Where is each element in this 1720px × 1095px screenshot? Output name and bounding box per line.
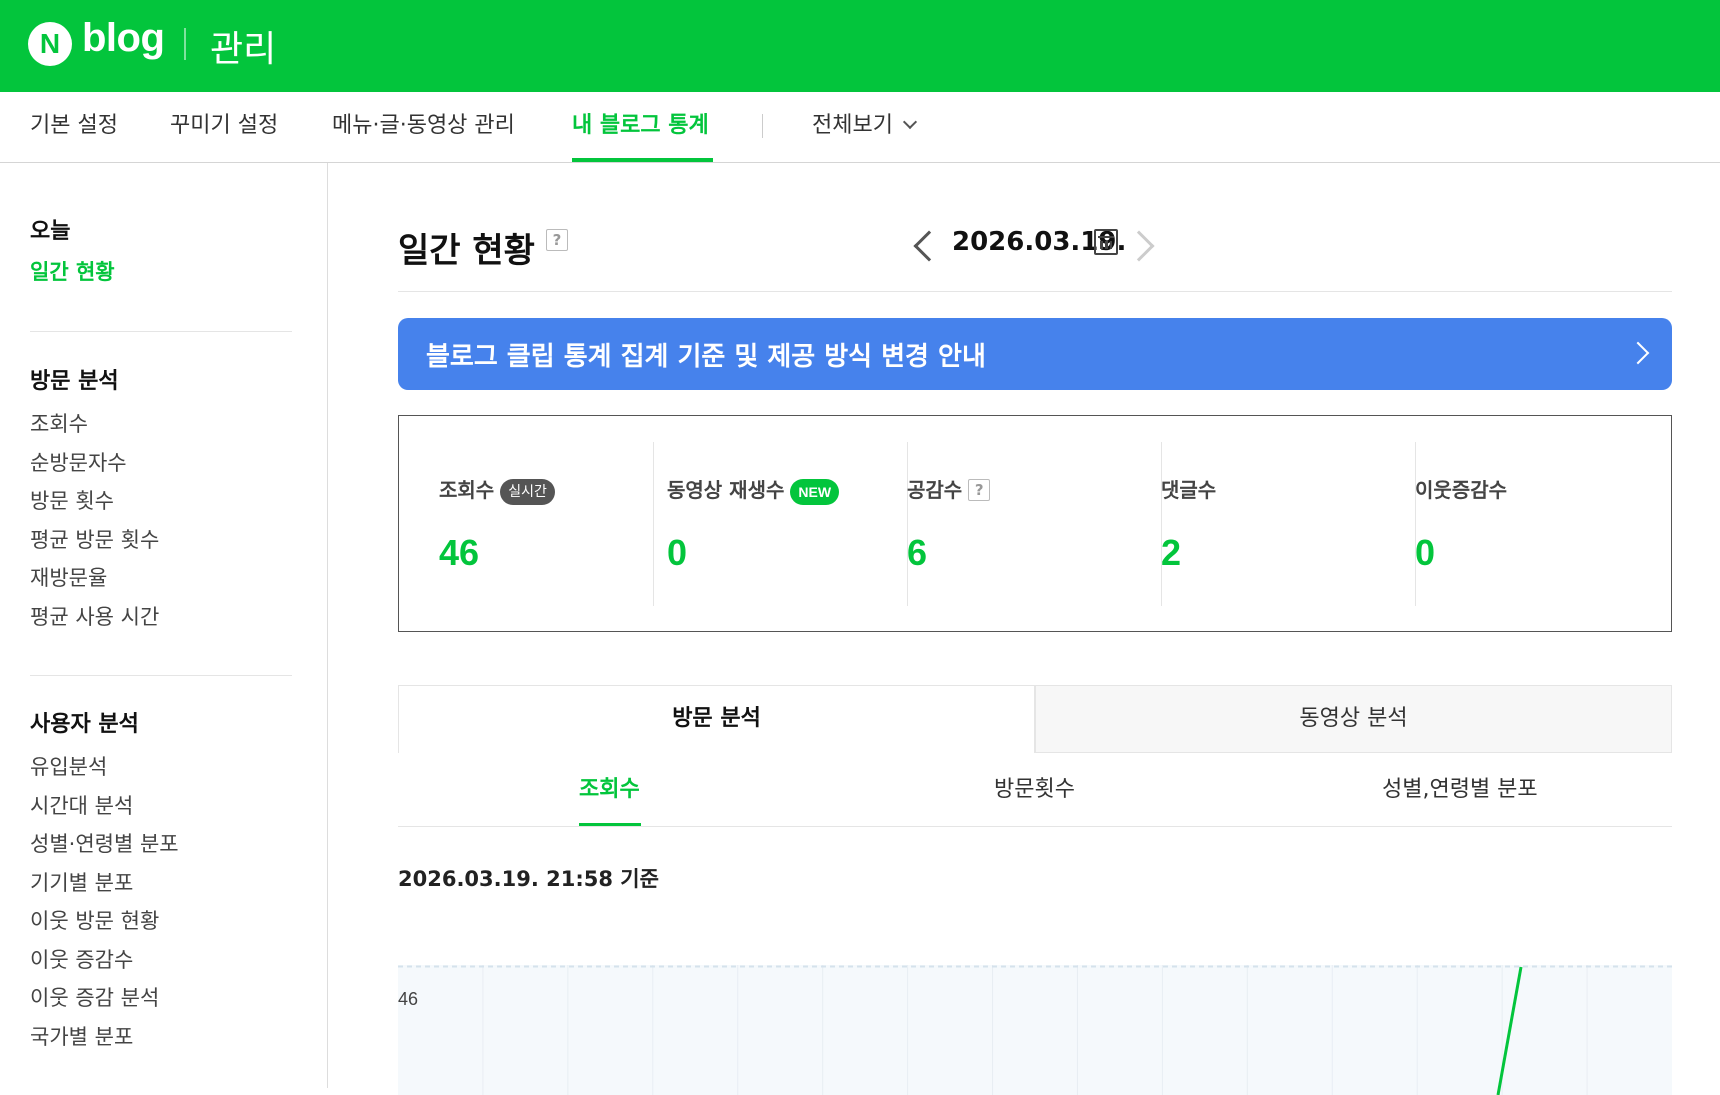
subtab-views[interactable]: 조회수	[579, 771, 640, 803]
sidebar-item-neighbor-analysis[interactable]: 이웃 증감 분석	[30, 979, 179, 1018]
sidebar-item-neighbor-visits[interactable]: 이웃 방문 현황	[30, 902, 179, 941]
sidebar-group-visit: 방문 분석 조회수 순방문자수 방문 횟수 평균 방문 횟수 재방문율 평균 사…	[30, 363, 159, 636]
sidebar-item-daily-status[interactable]: 일간 현황	[30, 253, 115, 292]
metric-subtabs: 조회수 방문횟수 성별,연령별 분포	[398, 753, 1672, 827]
help-icon[interactable]: ?	[546, 229, 568, 251]
naver-logo-icon[interactable]: N	[28, 22, 72, 66]
stat-likes[interactable]: 공감수? 6	[907, 442, 1161, 606]
sidebar-item-time-analysis[interactable]: 시간대 분석	[30, 787, 179, 826]
top-bar: N blog 관리	[0, 0, 1720, 92]
banner-text: 블로그 클립 통계 집계 기준 및 제공 방식 변경 안내	[426, 342, 986, 372]
subtab-gender-age[interactable]: 성별,연령별 분포	[1382, 771, 1538, 803]
sidebar-heading-user: 사용자 분석	[30, 712, 139, 737]
subtab-active-indicator	[579, 823, 641, 826]
blog-logo[interactable]: blog	[82, 16, 165, 61]
stat-value: 2	[1161, 532, 1182, 573]
tab-video-analysis[interactable]: 동영상 분석	[1035, 685, 1672, 753]
stat-label: 동영상 재생수	[667, 478, 785, 502]
stat-comments[interactable]: 댓글수 2	[1161, 442, 1415, 606]
admin-title[interactable]: 관리	[210, 20, 276, 72]
nav-design-settings[interactable]: 꾸미기 설정	[170, 92, 278, 163]
views-chart-svg	[398, 965, 1672, 1095]
calendar-icon[interactable]	[1094, 229, 1118, 255]
chart-background	[398, 965, 1672, 1095]
sidebar-heading-visit: 방문 분석	[30, 369, 119, 394]
next-date-icon[interactable]	[1123, 230, 1155, 262]
stats-summary: 조회수 실시간 46 동영상 재생수 NEW 0 공감수? 6 댓글수 2 이웃증감…	[398, 415, 1672, 632]
new-badge: NEW	[790, 478, 840, 505]
analysis-tabs: 방문 분석 동영상 분석	[398, 685, 1672, 753]
title-divider	[398, 291, 1672, 292]
notice-banner[interactable]: 블로그 클립 통계 집계 기준 및 제공 방식 변경 안내	[398, 318, 1672, 390]
sidebar: 오늘 일간 현황 방문 분석 조회수 순방문자수 방문 횟수 평균 방문 횟수 …	[0, 163, 328, 1088]
sidebar-heading-today: 오늘	[30, 219, 71, 244]
sidebar-group-user: 사용자 분석 유입분석 시간대 분석 성별·연령별 분포 기기별 분포 이웃 방…	[30, 706, 179, 1056]
sidebar-item-inflow[interactable]: 유입분석	[30, 748, 179, 787]
sidebar-group-today: 오늘 일간 현황	[30, 213, 115, 292]
sidebar-item-unique-visitors[interactable]: 순방문자수	[30, 444, 159, 483]
nav-view-all-label: 전체보기	[812, 113, 893, 138]
data-basis-time: 2026.03.19. 21:58 기준	[398, 867, 659, 891]
subtab-visits[interactable]: 방문횟수	[994, 771, 1075, 803]
sidebar-item-revisit-rate[interactable]: 재방문율	[30, 559, 159, 598]
sidebar-item-avg-time[interactable]: 평균 사용 시간	[30, 598, 159, 637]
sidebar-divider	[30, 331, 292, 332]
help-icon[interactable]: ?	[968, 478, 991, 501]
realtime-badge: 실시간	[500, 478, 555, 505]
stat-views[interactable]: 조회수 실시간 46	[399, 442, 653, 606]
main-nav: 기본 설정 꾸미기 설정 메뉴·글·동영상 관리 내 블로그 통계 전체보기	[0, 92, 1720, 163]
sidebar-item-avg-visits[interactable]: 평균 방문 횟수	[30, 521, 159, 560]
tab-visit-analysis[interactable]: 방문 분석	[398, 685, 1035, 753]
sidebar-item-device[interactable]: 기기별 분포	[30, 864, 179, 903]
sidebar-item-views[interactable]: 조회수	[30, 405, 159, 444]
prev-date-icon[interactable]	[913, 230, 945, 262]
nav-basic-settings[interactable]: 기본 설정	[30, 92, 118, 163]
stat-label: 조회수	[439, 478, 495, 502]
stat-label: 공감수	[907, 478, 963, 502]
stat-value: 0	[667, 532, 688, 573]
chevron-down-icon	[902, 114, 918, 130]
stat-label: 댓글수	[1161, 478, 1217, 502]
page-title: 일간 현황	[398, 231, 535, 271]
stat-value: 6	[907, 532, 928, 573]
date-navigator: 2026.03.19.	[913, 225, 1158, 269]
stat-value: 46	[439, 532, 480, 573]
nav-active-indicator	[572, 158, 713, 162]
nav-divider	[762, 114, 763, 138]
stat-label: 이웃증감수	[1415, 478, 1507, 502]
sidebar-item-country[interactable]: 국가별 분포	[30, 1018, 179, 1057]
chevron-right-icon	[1626, 341, 1650, 365]
stat-neighbor-change[interactable]: 이웃증감수 0	[1415, 442, 1669, 606]
stat-value: 0	[1415, 532, 1436, 573]
nav-content-management[interactable]: 메뉴·글·동영상 관리	[332, 92, 515, 163]
sidebar-item-gender-age[interactable]: 성별·연령별 분포	[30, 825, 179, 864]
sidebar-item-neighbor-change[interactable]: 이웃 증감수	[30, 941, 179, 980]
logo-divider	[184, 28, 186, 60]
stat-video-plays[interactable]: 동영상 재생수 NEW 0	[653, 442, 907, 606]
sidebar-item-visits[interactable]: 방문 횟수	[30, 482, 159, 521]
nav-blog-stats[interactable]: 내 블로그 통계	[572, 92, 709, 163]
sidebar-divider	[30, 675, 292, 676]
y-tick-label: 46	[398, 989, 419, 1009]
nav-view-all[interactable]: 전체보기	[812, 92, 918, 163]
views-chart: 46	[398, 965, 1672, 1095]
